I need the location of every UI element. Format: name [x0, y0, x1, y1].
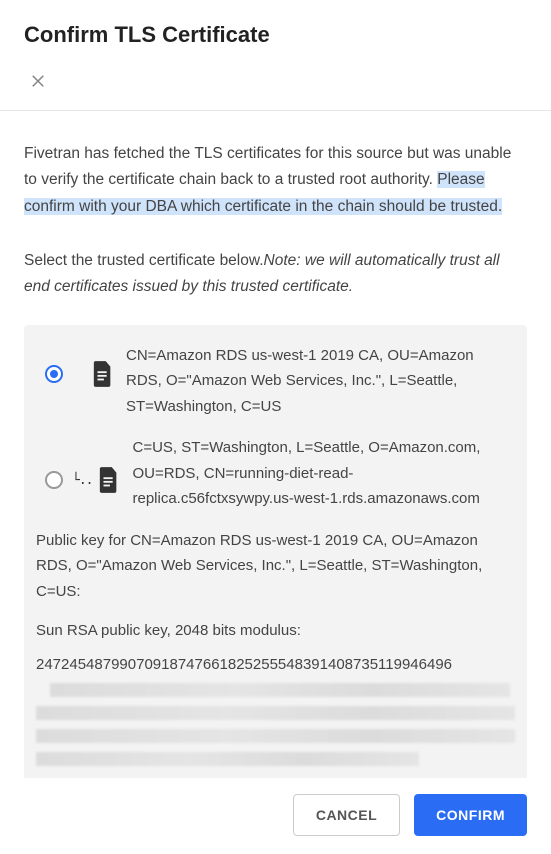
radio-button[interactable] — [45, 471, 63, 489]
certificate-option-1[interactable]: └.. C=US, ST=Washington, L=Seattle, O=Am… — [36, 435, 515, 512]
instruction-note-label: Note: — [264, 252, 301, 269]
dialog-footer: CANCEL CONFIRM — [0, 778, 551, 854]
certificate-option-0[interactable]: CN=Amazon RDS us-west-1 2019 CA, OU=Amaz… — [36, 343, 515, 420]
tree-branch-icon: └.. — [72, 474, 92, 487]
document-icon — [92, 361, 114, 387]
redacted-line — [50, 683, 510, 697]
radio-button-selected[interactable] — [45, 365, 63, 383]
certificate-panel: CN=Amazon RDS us-west-1 2019 CA, OU=Amaz… — [24, 325, 527, 786]
close-button[interactable] — [24, 66, 52, 94]
dialog-title: Confirm TLS Certificate — [24, 22, 527, 48]
confirm-button[interactable]: CONFIRM — [414, 794, 527, 836]
cancel-button[interactable]: CANCEL — [293, 794, 400, 836]
redacted-line — [36, 729, 515, 743]
instruction-text: Select the trusted certificate below.Not… — [24, 248, 527, 301]
public-key-heading: Public key for CN=Amazon RDS us-west-1 2… — [36, 528, 515, 605]
radio-wrap — [36, 435, 72, 489]
cert-icon-wrap: └.. — [72, 435, 132, 493]
redacted-key-block — [36, 683, 515, 766]
document-icon — [98, 467, 120, 493]
certificate-label: CN=Amazon RDS us-west-1 2019 CA, OU=Amaz… — [126, 343, 515, 420]
redacted-line — [36, 706, 515, 720]
cert-icon-wrap — [72, 343, 126, 387]
close-icon — [29, 71, 47, 89]
dialog-body: Fivetran has fetched the TLS certificate… — [0, 111, 551, 325]
description-text: Fivetran has fetched the TLS certificate… — [24, 141, 527, 220]
certificate-label: C=US, ST=Washington, L=Seattle, O=Amazon… — [132, 435, 515, 512]
public-key-modulus-value: 2472454879907091874766182525554839140873… — [36, 652, 515, 678]
radio-wrap — [36, 343, 72, 383]
redacted-line — [36, 752, 419, 766]
public-key-modulus-label: Sun RSA public key, 2048 bits modulus: — [36, 618, 515, 644]
instruction-lead: Select the trusted certificate below. — [24, 252, 264, 269]
dialog-header: Confirm TLS Certificate — [0, 0, 551, 111]
